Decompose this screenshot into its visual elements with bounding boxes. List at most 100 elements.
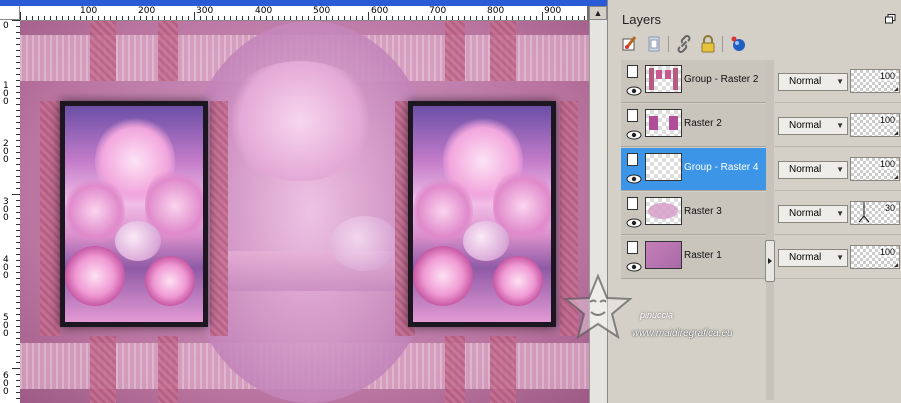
ruler-tick [320, 16, 321, 20]
ruler-tick [122, 16, 123, 20]
blend-mode-dropdown[interactable]: Normal ▼ [778, 117, 848, 135]
ruler-tick [578, 16, 579, 20]
eye-icon[interactable] [625, 84, 642, 98]
opacity-control[interactable]: 100 [850, 245, 900, 269]
ruler-tick [338, 16, 339, 20]
ruler-tick [518, 16, 519, 20]
opacity-control[interactable]: 100 [850, 113, 900, 137]
ruler-tick [236, 16, 237, 20]
ruler-label: 6 0 0 [3, 371, 9, 397]
layer-type-icon [627, 65, 638, 78]
blend-mode-dropdown[interactable]: Normal ▼ [778, 161, 848, 179]
layer-type-icon [627, 241, 638, 254]
blend-mode-value: Normal [789, 252, 822, 263]
ruler-tick [386, 16, 387, 20]
opacity-control[interactable]: 30 [850, 201, 900, 225]
ruler-tick [416, 16, 417, 20]
opacity-control[interactable]: 100 [850, 69, 900, 93]
layer-name: Raster 1 [684, 250, 722, 261]
layer-row-raster-2[interactable]: Raster 2 [621, 104, 766, 147]
opacity-slider-marker [858, 202, 870, 223]
ruler-tick [146, 16, 147, 20]
canvas-area: 100 200 300 400 500 600 700 800 900 0 1 … [0, 0, 607, 403]
panel-restore-icon[interactable] [885, 14, 896, 24]
canvas-vertical-scrollbar[interactable] [589, 20, 607, 403]
daisy-flower [493, 256, 543, 306]
ruler-label: 1 0 0 [3, 81, 9, 107]
ruler-tick [266, 16, 267, 20]
decor-hatch [490, 21, 516, 81]
ruler-tick [128, 16, 129, 20]
eye-icon[interactable] [625, 216, 642, 230]
opacity-arrow-icon [894, 131, 898, 135]
ruler-tick [398, 16, 399, 20]
ruler-tick [284, 16, 285, 20]
ruler-tick [332, 16, 333, 20]
ruler-tick [38, 16, 39, 20]
decor-hatch [40, 101, 60, 336]
ruler-tick [302, 16, 303, 20]
layer-list-scrollbar[interactable] [766, 60, 774, 400]
layer-name: Group - Raster 4 [684, 162, 759, 173]
layer-list-splitter-handle[interactable] [765, 240, 775, 282]
ruler-label: 500 [313, 6, 331, 16]
opacity-value: 100 [879, 115, 895, 125]
ruler-tick [356, 16, 357, 20]
ruler-tick [26, 16, 27, 20]
ruler-tick [278, 16, 279, 20]
decor-hatch [210, 101, 228, 336]
layer-row-group-raster-2[interactable]: Group - Raster 2 [621, 60, 766, 103]
ruler-tick [428, 16, 429, 20]
blend-mode-dropdown[interactable]: Normal ▼ [778, 205, 848, 223]
layer-properties-list: Normal ▼ 100 Normal ▼ 100 Normal ▼ 100 Norm… [775, 60, 901, 400]
ruler-tick [98, 16, 99, 20]
ruler-tick [392, 16, 393, 20]
opacity-value: 100 [879, 71, 895, 81]
blend-mode-value: Normal [789, 76, 822, 87]
lock-icon[interactable] [698, 33, 718, 55]
ruler-tick [476, 16, 477, 20]
color-balls-icon[interactable] [728, 33, 748, 55]
eye-icon[interactable] [625, 128, 642, 142]
ruler-tick [182, 16, 183, 20]
layer-row-raster-1[interactable]: Raster 1 [621, 236, 766, 279]
ruler-tick [170, 16, 171, 20]
ruler-tick [506, 16, 507, 20]
link-icon[interactable] [674, 33, 694, 55]
chevron-down-icon: ▼ [836, 121, 844, 130]
layer-row-raster-3[interactable]: Raster 3 [621, 192, 766, 235]
decor-hatch [90, 336, 116, 403]
layer-type-icon [627, 109, 638, 122]
ruler-tick [188, 16, 189, 20]
layer-thumbnail [645, 65, 682, 93]
ruler-tick [446, 16, 447, 20]
watermark-star-icon [563, 273, 633, 340]
decor-hatch [158, 336, 178, 403]
ruler-tick [542, 12, 543, 20]
paintbrush-icon[interactable] [620, 33, 640, 55]
daisy-flower [65, 246, 125, 306]
ruler-tick [80, 16, 81, 20]
ruler-tick [380, 16, 381, 20]
blend-mode-dropdown[interactable]: Normal ▼ [778, 73, 848, 91]
opacity-control[interactable]: 100 [850, 157, 900, 181]
mask-icon[interactable] [644, 33, 664, 55]
ruler-label: 2 0 0 [3, 139, 9, 165]
ruler-tick [422, 16, 423, 20]
ruler-tick [290, 16, 291, 20]
eye-icon[interactable] [625, 172, 642, 186]
artwork-image[interactable] [20, 21, 589, 403]
horizontal-ruler: 100 200 300 400 500 600 700 800 900 [20, 6, 587, 21]
ruler-label: 0 [3, 21, 9, 31]
scroll-up-button[interactable]: ▲ [589, 6, 607, 20]
ruler-tick [440, 16, 441, 20]
layer-row-group-raster-4[interactable]: Group - Raster 4 [621, 148, 766, 191]
vertical-ruler: 0 1 0 0 2 0 0 3 0 0 4 0 0 5 0 0 6 0 0 [0, 20, 21, 403]
chevron-down-icon: ▼ [836, 253, 844, 262]
blend-mode-dropdown[interactable]: Normal ▼ [778, 249, 848, 267]
layer-visibility-cell [625, 107, 643, 145]
ruler-tick [12, 20, 20, 21]
layers-panel: Layers Group - Raster 2 Raster 2 Group -… [607, 0, 901, 403]
ruler-tick [530, 16, 531, 20]
ruler-tick [20, 12, 21, 20]
